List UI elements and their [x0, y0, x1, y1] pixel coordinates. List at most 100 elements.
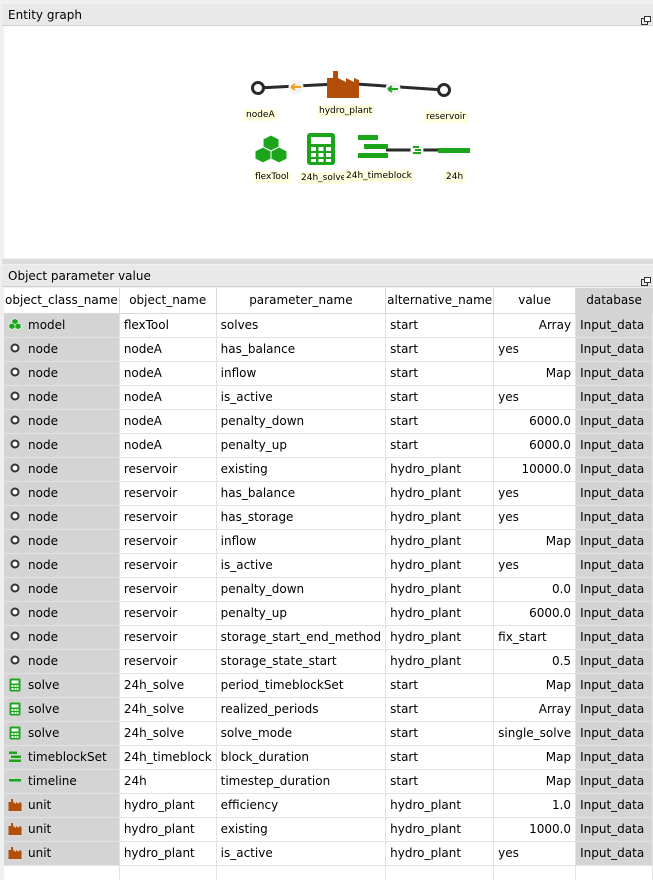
- graph-node-24h-timeblock[interactable]: [356, 134, 390, 167]
- entity-graph-canvas[interactable]: nodeA hydro_plant reservoir flexTool 24h…: [4, 26, 653, 258]
- cell-alternative-name[interactable]: start: [385, 721, 495, 746]
- cell-value[interactable]: Array: [493, 313, 577, 338]
- graph-node-nodeA[interactable]: [250, 80, 266, 99]
- cell-alternative-name[interactable]: hydro_plant: [385, 817, 495, 842]
- cell-database[interactable]: Input_data: [575, 769, 653, 794]
- graph-node-24h-solve[interactable]: [306, 132, 336, 169]
- table-row[interactable]: node nodeA is_active start yes Input_data: [4, 385, 653, 410]
- cell-alternative-name[interactable]: hydro_plant: [385, 601, 495, 626]
- cell-alternative-name[interactable]: start: [385, 769, 495, 794]
- cell-object-name[interactable]: nodeA: [119, 385, 217, 410]
- cell-object-class-name[interactable]: unit: [4, 841, 120, 866]
- cell-database[interactable]: Input_data: [575, 793, 653, 818]
- cell-value[interactable]: Map: [493, 361, 577, 386]
- cell-value[interactable]: 6000.0: [493, 433, 577, 458]
- cell-object-name[interactable]: reservoir: [119, 553, 217, 578]
- cell-object-name[interactable]: reservoir: [119, 505, 217, 530]
- table-empty-row[interactable]: [4, 865, 653, 880]
- cell-alternative-name[interactable]: start: [385, 745, 495, 770]
- cell-object-name[interactable]: hydro_plant: [119, 841, 217, 866]
- cell-object-name[interactable]: nodeA: [119, 409, 217, 434]
- cell-parameter-name[interactable]: existing: [216, 457, 387, 482]
- cell-database[interactable]: Input_data: [575, 361, 653, 386]
- cell-database[interactable]: Input_data: [575, 433, 653, 458]
- cell-object-class-name[interactable]: node: [4, 433, 120, 458]
- table-row[interactable]: unit hydro_plant existing hydro_plant 1000.0…: [4, 817, 653, 842]
- cell-parameter-name[interactable]: solves: [216, 313, 387, 338]
- empty-cell[interactable]: [4, 865, 120, 880]
- table-row[interactable]: node nodeA has_balance start yes Input_data: [4, 337, 653, 362]
- table-row[interactable]: node reservoir inflow hydro_plant Map Input_d…: [4, 529, 653, 554]
- empty-cell[interactable]: [493, 865, 577, 880]
- cell-value[interactable]: yes: [493, 505, 577, 530]
- cell-database[interactable]: Input_data: [575, 841, 653, 866]
- cell-object-name[interactable]: 24h_solve: [119, 697, 217, 722]
- column-header-object-class-name[interactable]: object_class_name: [4, 288, 120, 314]
- cell-object-class-name[interactable]: node: [4, 625, 120, 650]
- table-row[interactable]: node reservoir storage_start_end_method hyd…: [4, 625, 653, 650]
- cell-value[interactable]: single_solve: [493, 721, 577, 746]
- column-header-database[interactable]: database: [575, 288, 653, 314]
- table-row[interactable]: node reservoir existing hydro_plant 10000.0 I…: [4, 457, 653, 482]
- table-row[interactable]: solve 24h_solve realized_periods start Array…: [4, 697, 653, 722]
- cell-object-class-name[interactable]: solve: [4, 697, 120, 722]
- cell-alternative-name[interactable]: hydro_plant: [385, 553, 495, 578]
- cell-object-class-name[interactable]: node: [4, 361, 120, 386]
- cell-database[interactable]: Input_data: [575, 745, 653, 770]
- cell-object-name[interactable]: reservoir: [119, 577, 217, 602]
- cell-value[interactable]: Map: [493, 745, 577, 770]
- cell-parameter-name[interactable]: penalty_down: [216, 577, 387, 602]
- cell-parameter-name[interactable]: has_balance: [216, 337, 387, 362]
- cell-value[interactable]: 6000.0: [493, 409, 577, 434]
- cell-parameter-name[interactable]: timestep_duration: [216, 769, 387, 794]
- cell-alternative-name[interactable]: start: [385, 361, 495, 386]
- cell-parameter-name[interactable]: has_storage: [216, 505, 387, 530]
- cell-object-name[interactable]: 24h_timeblock: [119, 745, 217, 770]
- cell-database[interactable]: Input_data: [575, 721, 653, 746]
- object-parameter-table-container[interactable]: object_class_name object_name parameter_…: [4, 288, 653, 880]
- cell-alternative-name[interactable]: hydro_plant: [385, 505, 495, 530]
- cell-value[interactable]: 0.0: [493, 577, 577, 602]
- cell-parameter-name[interactable]: has_balance: [216, 481, 387, 506]
- cell-object-class-name[interactable]: timeblockSet: [4, 745, 120, 770]
- cell-value[interactable]: yes: [493, 553, 577, 578]
- cell-object-name[interactable]: reservoir: [119, 457, 217, 482]
- cell-object-name[interactable]: 24h_solve: [119, 673, 217, 698]
- empty-cell[interactable]: [575, 865, 653, 880]
- cell-object-class-name[interactable]: model: [4, 313, 120, 338]
- cell-alternative-name[interactable]: hydro_plant: [385, 625, 495, 650]
- cell-object-class-name[interactable]: node: [4, 481, 120, 506]
- cell-parameter-name[interactable]: block_duration: [216, 745, 387, 770]
- cell-object-name[interactable]: 24h_solve: [119, 721, 217, 746]
- cell-object-name[interactable]: reservoir: [119, 529, 217, 554]
- cell-alternative-name[interactable]: start: [385, 433, 495, 458]
- cell-parameter-name[interactable]: existing: [216, 817, 387, 842]
- cell-database[interactable]: Input_data: [575, 601, 653, 626]
- cell-object-class-name[interactable]: node: [4, 457, 120, 482]
- cell-parameter-name[interactable]: inflow: [216, 529, 387, 554]
- cell-alternative-name[interactable]: start: [385, 409, 495, 434]
- cell-alternative-name[interactable]: hydro_plant: [385, 793, 495, 818]
- cell-database[interactable]: Input_data: [575, 577, 653, 602]
- undock-icon[interactable]: [641, 271, 651, 286]
- cell-object-name[interactable]: flexTool: [119, 313, 217, 338]
- table-row[interactable]: node reservoir penalty_up hydro_plant 6000.0…: [4, 601, 653, 626]
- cell-parameter-name[interactable]: penalty_up: [216, 601, 387, 626]
- cell-object-class-name[interactable]: timeline: [4, 769, 120, 794]
- cell-alternative-name[interactable]: start: [385, 673, 495, 698]
- cell-object-class-name[interactable]: node: [4, 385, 120, 410]
- cell-alternative-name[interactable]: hydro_plant: [385, 481, 495, 506]
- cell-object-name[interactable]: reservoir: [119, 625, 217, 650]
- undock-icon[interactable]: [641, 10, 651, 25]
- cell-database[interactable]: Input_data: [575, 529, 653, 554]
- cell-alternative-name[interactable]: hydro_plant: [385, 457, 495, 482]
- cell-parameter-name[interactable]: solve_mode: [216, 721, 387, 746]
- panel-splitter[interactable]: [2, 259, 653, 264]
- cell-database[interactable]: Input_data: [575, 649, 653, 674]
- cell-parameter-name[interactable]: inflow: [216, 361, 387, 386]
- cell-alternative-name[interactable]: hydro_plant: [385, 649, 495, 674]
- cell-object-class-name[interactable]: node: [4, 553, 120, 578]
- cell-object-name[interactable]: reservoir: [119, 481, 217, 506]
- cell-object-class-name[interactable]: unit: [4, 817, 120, 842]
- table-row[interactable]: node reservoir storage_state_start hydro_pl…: [4, 649, 653, 674]
